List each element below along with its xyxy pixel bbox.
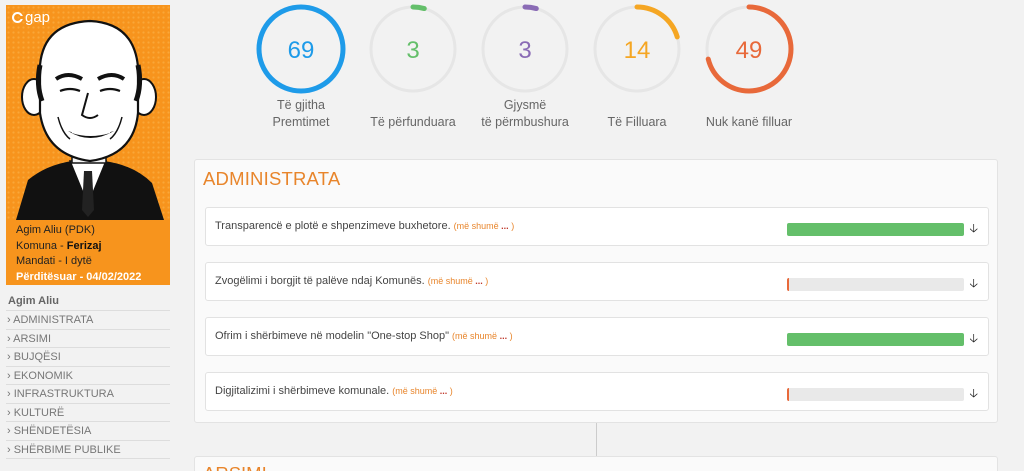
more-link-label: (më shumë <box>453 221 499 231</box>
more-link-close: ) <box>511 221 515 231</box>
promise-row[interactable]: Digjitalizimi i shërbimeve komunale. (më … <box>205 372 989 411</box>
progress-bar <box>787 278 964 291</box>
stat-label: Të përfunduara <box>358 97 468 131</box>
stat-label-line1 <box>358 97 468 114</box>
more-link[interactable]: (më shumë ... ) <box>428 276 489 286</box>
promise-text-wrap: Digjitalizimi i shërbimeve komunale. (më … <box>215 385 453 397</box>
arrow-down-icon[interactable]: 🡣 <box>969 219 978 240</box>
progress-bar <box>787 388 964 401</box>
stat-value: 3 <box>518 37 531 64</box>
progress-ring: 3 <box>480 4 570 94</box>
progress-ring: 49 <box>704 4 794 94</box>
arrow-down-icon[interactable]: 🡣 <box>969 384 978 405</box>
municipality-line: Komuna - Ferizaj <box>16 239 141 255</box>
promise-text: Digjitalizimi i shërbimeve komunale. <box>215 385 390 397</box>
updated-date: Përditësuar - 04/02/2022 <box>16 270 142 283</box>
stat-label-line1: Gjysmë <box>503 98 547 112</box>
stat-all-promises[interactable]: 69 Të gjitha Premtimet <box>246 3 356 131</box>
stat-label: Gjysmë të përmbushura <box>470 97 580 131</box>
stat-label: Të gjitha Premtimet <box>246 97 356 131</box>
promise-row[interactable]: Zvogëlimi i borgjit të palëve ndaj Komun… <box>205 262 989 301</box>
gap-logo[interactable]: gap <box>12 9 50 26</box>
more-link-label: (më shumë <box>427 276 473 286</box>
arrow-down-icon[interactable]: 🡣 <box>969 329 978 350</box>
divider <box>596 423 597 457</box>
promise-text: Transparencë e plotë e shpenzimeve buxhe… <box>215 220 451 232</box>
sidebar-item-kulture[interactable]: › KULTURË <box>6 404 170 422</box>
stat-label: Nuk kanë filluar <box>694 97 804 131</box>
stat-label-line2: Premtimet <box>272 115 330 129</box>
sidebar-owner[interactable]: Agim Aliu <box>6 293 170 311</box>
progress-bar-fill <box>787 333 964 346</box>
section-title: ADMINISTRATA <box>203 168 341 189</box>
sidebar-item-sherbime-publike[interactable]: › SHËRBIME PUBLIKE <box>6 441 170 459</box>
stat-started[interactable]: 14 Të Filluara <box>582 3 692 131</box>
more-link-close: ) <box>485 276 489 286</box>
logo-text: gap <box>25 9 51 26</box>
sidebar-item-shendetesia[interactable]: › SHËNDETËSIA <box>6 422 170 441</box>
progress-ring: 69 <box>256 4 346 94</box>
mandate-term: Mandati - I dytë <box>16 255 92 267</box>
more-link-dots: ... <box>439 386 448 396</box>
sidebar-nav: Agim Aliu › ADMINISTRATA › ARSIMI › BUJQ… <box>6 293 170 459</box>
more-link[interactable]: (më shumë ... ) <box>392 386 453 396</box>
stat-value: 49 <box>736 37 763 64</box>
stat-not-started[interactable]: 49 Nuk kanë filluar <box>694 3 804 131</box>
more-link[interactable]: (më shumë ... ) <box>452 331 513 341</box>
municipality-label: Komuna - <box>16 239 67 252</box>
promise-text-wrap: Transparencë e plotë e shpenzimeve buxhe… <box>215 220 514 232</box>
promise-row[interactable]: Transparencë e plotë e shpenzimeve buxhe… <box>205 207 989 246</box>
stat-value: 14 <box>624 37 651 64</box>
municipality-name: Ferizaj <box>66 239 102 252</box>
stat-label-line2: Të Filluara <box>607 115 667 129</box>
stat-label: Të Filluara <box>582 97 692 131</box>
progress-bar <box>787 223 964 236</box>
more-link[interactable]: (më shumë ... ) <box>454 221 515 231</box>
more-link-dots: ... <box>501 221 509 231</box>
promise-text-wrap: Ofrim i shërbimeve në modelin "One-stop … <box>215 330 513 342</box>
stat-half-fulfilled[interactable]: 3 Gjysmë të përmbushura <box>470 3 580 131</box>
sidebar-item-bujqesi[interactable]: › BUJQËSI <box>6 348 170 367</box>
promise-text: Zvogëlimi i borgjit të palëve ndaj Komun… <box>215 275 425 287</box>
more-link-label: (më shumë <box>452 331 498 341</box>
politician-name: Agim Aliu (PDK) <box>16 224 95 236</box>
stat-label-line2: të përmbushura <box>481 115 569 129</box>
section-panel-arsimi: ARSIMI <box>194 456 998 471</box>
section-title: ARSIMI <box>203 463 267 471</box>
stat-label-line1 <box>582 97 692 114</box>
stat-label-line2: Të përfunduara <box>370 115 456 129</box>
progress-bar-fill <box>787 278 789 291</box>
section-panel-administrata: ADMINISTRATA Transparencë e plotë e shpe… <box>194 159 998 423</box>
profile-card: gap Agim Aliu (PDK) Komuna - Ferizaj Man… <box>6 5 170 285</box>
stat-value: 3 <box>406 37 419 64</box>
progress-ring: 3 <box>368 4 458 94</box>
progress-bar-fill <box>787 388 789 401</box>
promise-row[interactable]: Ofrim i shërbimeve në modelin "One-stop … <box>205 317 989 356</box>
progress-bar-fill <box>787 223 964 236</box>
stat-label-line1: Të gjitha <box>277 98 325 112</box>
promise-text-wrap: Zvogëlimi i borgjit të palëve ndaj Komun… <box>215 275 488 287</box>
more-link-close: ) <box>509 331 513 341</box>
logo-icon <box>12 12 24 23</box>
stat-label-line2: Nuk kanë filluar <box>705 115 793 129</box>
stat-value: 69 <box>288 37 315 64</box>
more-link-dots: ... <box>475 276 483 286</box>
promise-text: Ofrim i shërbimeve në modelin "One-stop … <box>215 330 450 342</box>
stat-completed[interactable]: 3 Të përfunduara <box>358 3 468 131</box>
more-link-dots: ... <box>499 331 508 341</box>
progress-ring: 14 <box>592 4 682 94</box>
sidebar-item-administrata[interactable]: › ADMINISTRATA <box>6 311 170 330</box>
more-link-close: ) <box>449 386 453 396</box>
progress-bar <box>787 333 964 346</box>
sidebar-item-infrastruktura[interactable]: › INFRASTRUKTURA <box>6 385 170 404</box>
sidebar-item-arsimi[interactable]: › ARSIMI <box>6 330 170 348</box>
more-link-label: (më shumë <box>392 386 438 396</box>
caricature-image <box>6 5 170 220</box>
sidebar-item-ekonomik[interactable]: › EKONOMIK <box>6 367 170 385</box>
profile-info: Agim Aliu (PDK) Komuna - Ferizaj Mandati… <box>16 223 141 285</box>
stat-label-line1 <box>694 97 804 114</box>
arrow-down-icon[interactable]: 🡣 <box>969 274 978 295</box>
